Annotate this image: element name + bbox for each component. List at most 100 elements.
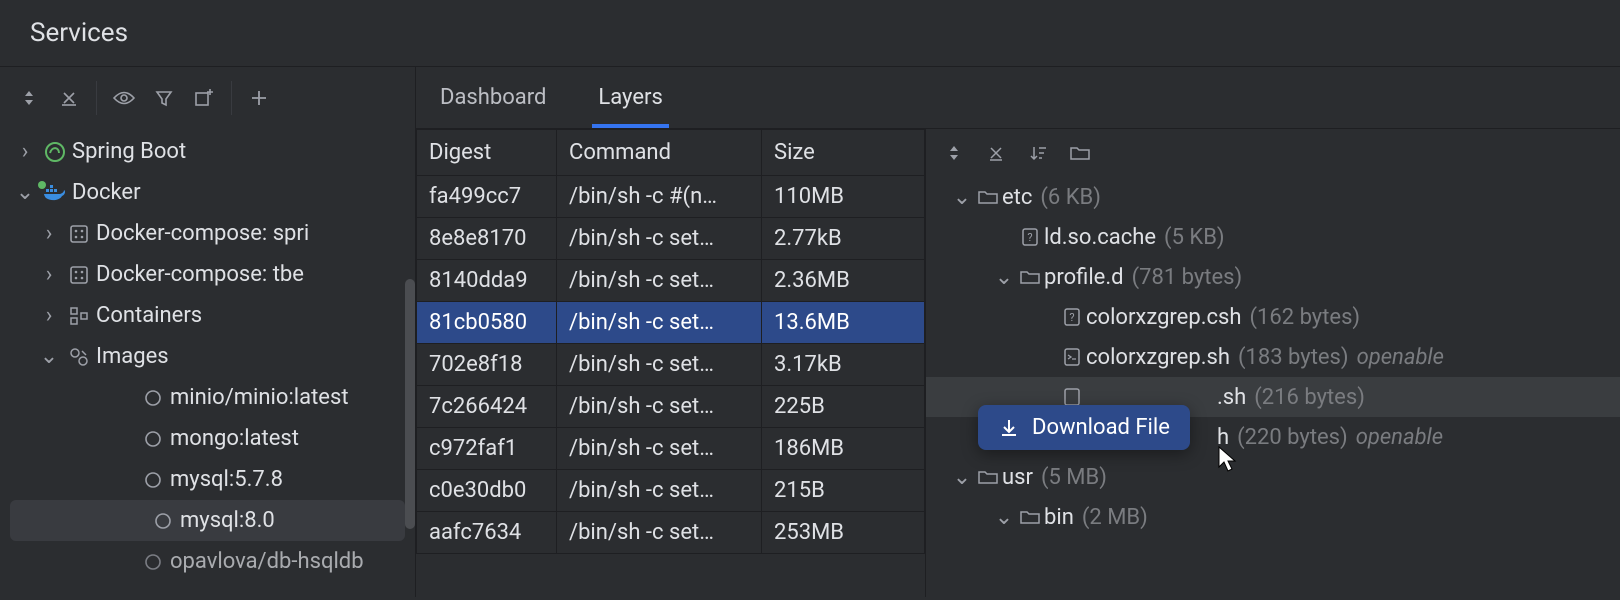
tree-label: mysql:5.7.8	[168, 467, 283, 492]
layers-table-pane: Digest Command Size fa499cc7/bin/sh -c #…	[416, 129, 926, 597]
docker-icon	[40, 183, 70, 203]
collapse-all-icon[interactable]	[984, 141, 1008, 165]
tree-node-containers[interactable]: › Containers	[0, 295, 415, 336]
cell-command: /bin/sh -c set…	[557, 302, 762, 344]
chevron-down-icon[interactable]: ⌄	[950, 465, 974, 490]
chevron-down-icon[interactable]: ⌄	[950, 185, 974, 210]
folder-icon	[974, 468, 1002, 486]
dir-row[interactable]: ⌄ etc (6 KB)	[926, 177, 1620, 217]
chevron-down-icon[interactable]: ⌄	[34, 344, 64, 369]
eye-icon[interactable]	[111, 85, 137, 111]
tree-node-compose[interactable]: › Docker-compose: spri	[0, 213, 415, 254]
new-window-icon[interactable]	[191, 85, 217, 111]
file-size: (216 bytes)	[1254, 385, 1365, 410]
circle-icon	[138, 430, 168, 448]
cell-size: 13.6MB	[762, 302, 925, 344]
tab-dashboard[interactable]: Dashboard	[434, 69, 552, 128]
images-icon	[64, 347, 94, 367]
table-row[interactable]: c972faf1/bin/sh -c set…186MB	[417, 428, 925, 470]
table-row[interactable]: 8e8e8170/bin/sh -c set…2.77kB	[417, 218, 925, 260]
services-sidebar: › Spring Boot ⌄ Docker › Docker-	[0, 67, 416, 597]
tree-node-image[interactable]: minio/minio:latest	[0, 377, 415, 418]
file-name: profile.d	[1044, 265, 1124, 290]
cell-digest: fa499cc7	[417, 176, 557, 218]
tree-node-image[interactable]: mongo:latest	[0, 418, 415, 459]
filter-icon[interactable]	[151, 85, 177, 111]
expand-collapse-icon[interactable]	[942, 141, 966, 165]
file-name: .sh	[1217, 385, 1246, 410]
cell-size: 2.36MB	[762, 260, 925, 302]
chevron-right-icon[interactable]: ›	[34, 221, 64, 246]
file-name: colorxzgrep.sh	[1086, 345, 1230, 370]
file-size: (220 bytes)	[1237, 425, 1348, 450]
mouse-cursor-icon	[1216, 445, 1238, 473]
table-row[interactable]: 702e8f18/bin/sh -c set…3.17kB	[417, 344, 925, 386]
download-file-popup[interactable]: Download File	[978, 405, 1190, 450]
layers-table[interactable]: Digest Command Size fa499cc7/bin/sh -c #…	[416, 129, 925, 554]
tree-node-springboot[interactable]: › Spring Boot	[0, 131, 415, 172]
file-tree[interactable]: ⌄ etc (6 KB) ? ld.so.cache (5 KB) ⌄ prof…	[926, 177, 1620, 597]
dir-row[interactable]: ⌄ usr (5 MB)	[926, 457, 1620, 497]
file-row[interactable]: ? colorxzgrep.csh (162 bytes)	[926, 297, 1620, 337]
cell-digest: 702e8f18	[417, 344, 557, 386]
cell-digest: 7c266424	[417, 386, 557, 428]
grid-icon	[64, 265, 94, 285]
cell-size: 3.17kB	[762, 344, 925, 386]
services-tree[interactable]: › Spring Boot ⌄ Docker › Docker-	[0, 129, 415, 597]
table-row[interactable]: fa499cc7/bin/sh -c #(n…110MB	[417, 176, 925, 218]
table-row[interactable]: aafc7634/bin/sh -c set…253MB	[417, 512, 925, 554]
tabbar: Dashboard Layers	[416, 67, 1620, 129]
file-tree-pane: ⌄ etc (6 KB) ? ld.so.cache (5 KB) ⌄ prof…	[926, 129, 1620, 597]
chevron-down-icon[interactable]: ⌄	[992, 505, 1016, 530]
cell-size: 2.77kB	[762, 218, 925, 260]
cell-size: 110MB	[762, 176, 925, 218]
col-size[interactable]: Size	[762, 130, 925, 176]
tree-label: opavlova/db-hsqldb	[168, 549, 364, 574]
dir-row[interactable]: ⌄ profile.d (781 bytes)	[926, 257, 1620, 297]
tree-node-image[interactable]: mysql:5.7.8	[0, 459, 415, 500]
table-row[interactable]: 8140dda9/bin/sh -c set…2.36MB	[417, 260, 925, 302]
col-command[interactable]: Command	[557, 130, 762, 176]
tree-label: Images	[94, 344, 169, 369]
svg-text:?: ?	[1027, 231, 1032, 244]
table-row[interactable]: 7c266424/bin/sh -c set…225B	[417, 386, 925, 428]
dir-row[interactable]: ⌄ bin (2 MB)	[926, 497, 1620, 537]
cell-size: 215B	[762, 470, 925, 512]
sort-icon[interactable]	[1026, 141, 1050, 165]
popup-label: Download File	[1032, 415, 1170, 440]
file-size: (183 bytes)	[1238, 345, 1349, 370]
col-digest[interactable]: Digest	[417, 130, 557, 176]
file-size: (5 KB)	[1164, 225, 1225, 250]
tree-node-docker[interactable]: ⌄ Docker	[0, 172, 415, 213]
cell-digest: 81cb0580	[417, 302, 557, 344]
cell-command: /bin/sh -c set…	[557, 386, 762, 428]
collapse-all-icon[interactable]	[56, 85, 82, 111]
tab-layers[interactable]: Layers	[592, 69, 668, 128]
tree-label: minio/minio:latest	[168, 385, 349, 410]
table-row[interactable]: 81cb0580/bin/sh -c set…13.6MB	[417, 302, 925, 344]
file-row[interactable]: colorxzgrep.sh (183 bytes) openable	[926, 337, 1620, 377]
sidebar-toolbar	[0, 67, 415, 129]
tree-node-image[interactable]: opavlova/db-hsqldb	[0, 541, 415, 582]
status-dot	[38, 181, 46, 189]
tree-label: Docker-compose: tbe	[94, 262, 304, 287]
tree-node-image-selected[interactable]: mysql:8.0	[10, 500, 405, 541]
folder-icon	[974, 188, 1002, 206]
folder-icon	[1016, 268, 1044, 286]
file-row[interactable]: ? ld.so.cache (5 KB)	[926, 217, 1620, 257]
folder-icon[interactable]	[1068, 141, 1092, 165]
add-icon[interactable]	[246, 85, 272, 111]
chevron-down-icon[interactable]: ⌄	[992, 265, 1016, 290]
chevron-right-icon[interactable]: ›	[10, 139, 40, 164]
tree-node-compose[interactable]: › Docker-compose: tbe	[0, 254, 415, 295]
circle-icon	[138, 553, 168, 571]
chevron-right-icon[interactable]: ›	[34, 262, 64, 287]
chevron-down-icon[interactable]: ⌄	[10, 180, 40, 205]
table-row[interactable]: c0e30db0/bin/sh -c set…215B	[417, 470, 925, 512]
cell-command: /bin/sh -c set…	[557, 344, 762, 386]
expand-collapse-icon[interactable]	[16, 85, 42, 111]
tree-node-images[interactable]: ⌄ Images	[0, 336, 415, 377]
chevron-right-icon[interactable]: ›	[34, 303, 64, 328]
tree-label: Spring Boot	[70, 139, 186, 164]
tree-label: Containers	[94, 303, 202, 328]
